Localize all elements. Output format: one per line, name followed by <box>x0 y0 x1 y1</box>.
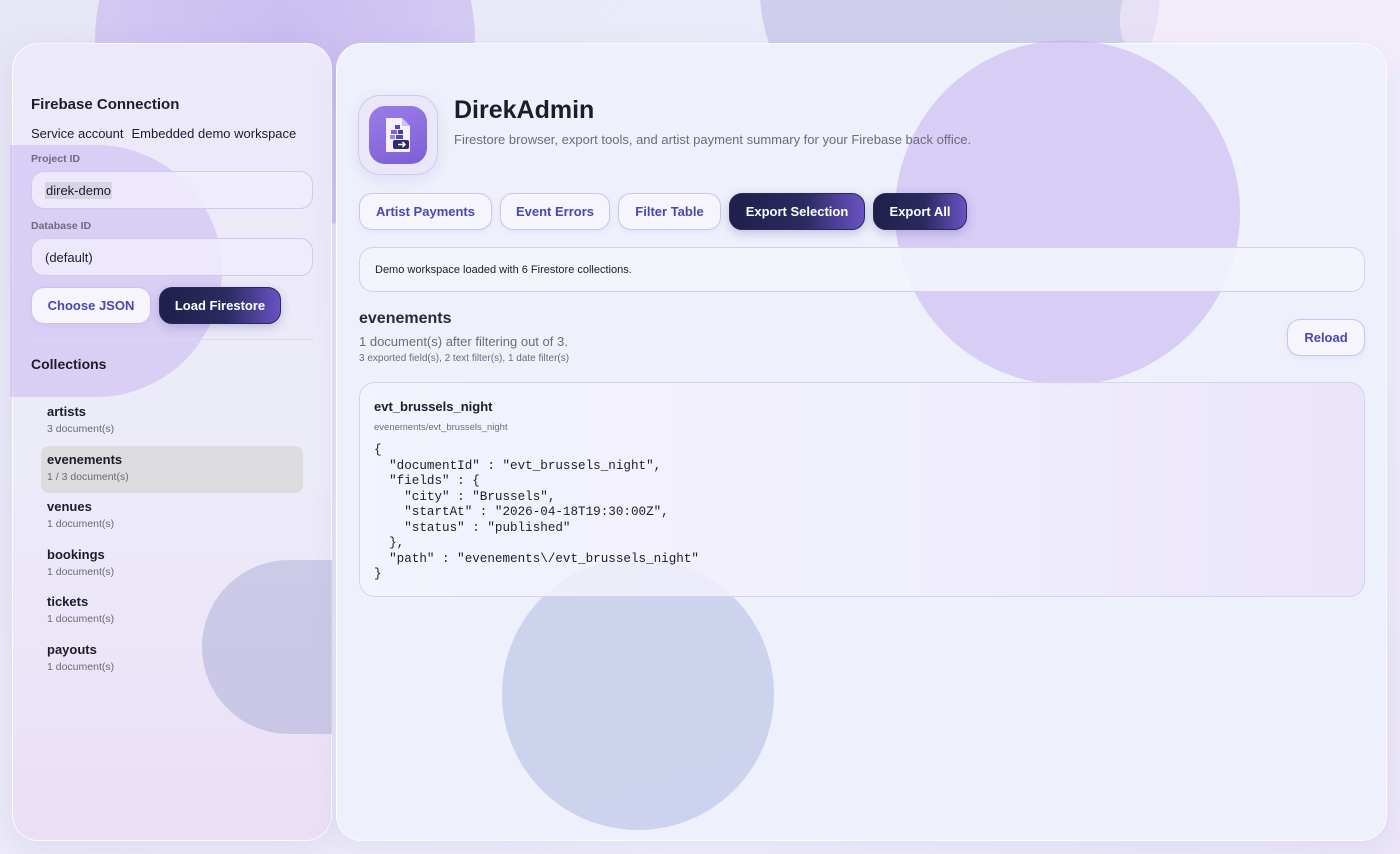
collection-item-payouts[interactable]: payouts 1 document(s) <box>41 636 303 684</box>
artist-payments-button[interactable]: Artist Payments <box>359 193 492 230</box>
collection-item-evenements[interactable]: evenements 1 / 3 document(s) <box>41 445 303 493</box>
collection-name: venues <box>47 499 92 514</box>
service-account-row: Service account Embedded demo workspace <box>31 126 296 141</box>
connection-title: Firebase Connection <box>31 96 180 113</box>
collection-item-bookings[interactable]: bookings 1 document(s) <box>41 541 303 589</box>
database-id-value: (default) <box>45 249 93 265</box>
collection-detail: 3 exported field(s), 2 text filter(s), 1… <box>359 353 570 364</box>
choose-json-button[interactable]: Choose JSON <box>31 287 151 324</box>
event-errors-button[interactable]: Event Errors <box>500 193 610 230</box>
collection-count: 1 document(s) <box>47 518 115 530</box>
collections-list: artists 3 document(s) evenements 1 / 3 d… <box>41 398 303 683</box>
database-id-label: Database ID <box>31 220 92 232</box>
service-account-value: Embedded demo workspace <box>131 126 297 141</box>
filter-table-button[interactable]: Filter Table <box>618 193 721 230</box>
collection-item-artists[interactable]: artists 3 document(s) <box>41 398 303 446</box>
sidebar-divider <box>31 339 313 340</box>
collections-title: Collections <box>31 356 107 372</box>
document-export-icon <box>369 106 427 164</box>
status-text: Demo workspace loaded with 6 Firestore c… <box>375 263 632 276</box>
collection-name: bookings <box>47 546 105 562</box>
export-selection-button[interactable]: Export Selection <box>729 193 865 230</box>
collection-count: 1 document(s) <box>47 565 115 578</box>
document-json: { "documentId" : "evt_brussels_night", "… <box>374 443 699 581</box>
status-message: Demo workspace loaded with 6 Firestore c… <box>359 247 1365 292</box>
collection-item-tickets[interactable]: tickets 1 document(s) <box>41 588 303 636</box>
app-logo <box>358 95 438 175</box>
reload-button[interactable]: Reload <box>1287 319 1365 356</box>
app-title: DirekAdmin <box>454 96 595 124</box>
collection-name: payouts <box>47 641 97 657</box>
project-id-label: Project ID <box>31 153 81 165</box>
collection-name: artists <box>47 404 87 419</box>
collection-count: 1 document(s) <box>47 660 115 673</box>
export-all-button[interactable]: Export All <box>873 193 967 230</box>
app-subtitle: Firestore browser, export tools, and art… <box>454 132 972 147</box>
collection-count: 1 document(s) <box>47 613 115 625</box>
collection-count: 1 / 3 document(s) <box>47 470 129 483</box>
project-id-value: direk-demo <box>45 181 113 199</box>
collection-count: 3 document(s) <box>47 423 115 435</box>
collection-item-venues[interactable]: venues 1 document(s) <box>41 493 303 541</box>
document-path: evenements/evt_brussels_night <box>374 422 508 433</box>
load-firestore-button[interactable]: Load Firestore <box>159 287 281 324</box>
collection-name: evenements <box>47 451 123 467</box>
database-id-field[interactable]: (default) <box>31 238 313 276</box>
document-id: evt_brussels_night <box>374 399 493 414</box>
service-account-label: Service account <box>31 126 124 141</box>
collection-name: tickets <box>47 594 89 609</box>
collection-summary: 1 document(s) after filtering out of 3. <box>359 334 568 349</box>
project-id-field[interactable]: direk-demo <box>31 171 313 209</box>
collection-title: evenements <box>359 310 452 327</box>
